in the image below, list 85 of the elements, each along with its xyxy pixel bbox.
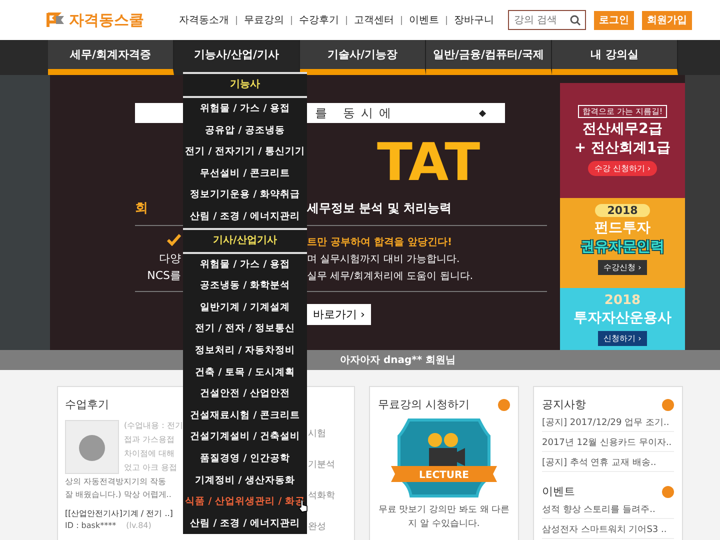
review-text: 상의 자동전격방지기의 작동 [65,476,168,487]
menu-item[interactable]: 건설기계설비 / 건축설비 [183,426,307,448]
card-title: 무료강의 시청하기 [378,397,470,412]
banner-tag: 합격으로 가는 지름길! [578,104,667,118]
review-text: 차이점에 대해 [124,448,176,459]
caption-box [135,103,183,123]
menu-item[interactable]: 공조냉동 / 화학분석 [183,275,307,297]
menu-item[interactable]: 위험물 / 가스 / 용접 [183,254,307,276]
menu-item[interactable]: 건설안전 / 산업안전 [183,383,307,405]
menu-item[interactable]: 산림 / 조경 / 에너지관리 [183,206,307,228]
hero-fragment: NCS를 [147,269,181,282]
banner-button[interactable]: 신청하기 › [598,331,648,346]
nav-link[interactable]: 고객센터 [354,13,394,27]
user-id: ID : bask**** [65,521,116,530]
nav-link[interactable]: 자격동소개 [179,13,229,27]
category-tab[interactable]: 기술사/기능장 [300,40,426,75]
banner-year: 2018 [604,294,641,307]
menu-item[interactable]: 건설재료시험 / 콘크리트 [183,404,307,426]
menu-item[interactable]: 건축 / 토목 / 도시계획 [183,362,307,384]
banner-title: + 전산회계1급 [574,140,671,156]
course-name: [[산업안전기사]기계 / 전기 ..] [65,508,174,519]
banner-title: 펀드투자 [594,220,650,236]
menu-item[interactable]: 정보기기운용 / 화약취급 [183,184,307,206]
nav-link[interactable]: 수강후기 [299,13,339,27]
hero-text: 실무 세무/회계처리에 도움이 됩니다. [307,270,474,282]
event-link[interactable]: 삼성전자 스마트워치 기어S3 .. [542,521,674,539]
review-text: 접과 가스용접 [124,434,176,445]
hero-title: TAT [376,132,482,189]
banner-button[interactable]: 수강신청 › [598,260,648,276]
search-field[interactable]: 강의 검색 [508,10,586,30]
nav-link[interactable]: 이벤트 [409,13,439,27]
promo-banner[interactable]: 2018 펀드투자 권유자문인력 수강신청 › [560,198,685,288]
menu-heading: 기능사 [183,72,307,98]
promo-banner[interactable]: 합격으로 가는 지름길! 전산세무2급 + 전산회계1급 수강 신청하기 › [560,83,685,198]
flag-logo-icon [46,12,66,28]
card-text: 무료 맛보기 강의만 봐도 왜 다른지 알 수있습니다. [378,504,510,530]
menu-item[interactable]: 산림 / 조경 / 에너지관리 [183,512,307,534]
category-tab[interactable]: 일반/금융/컴퓨터/국제 [426,40,552,75]
hero-highlight: 트만 공부하여 합격을 앞당긴다! [307,236,454,248]
banner-title: 전산세무2급 [582,120,662,137]
menu-item[interactable]: 위험물 / 가스 / 용접 [183,98,307,120]
user-level: (lv.84) [126,521,152,530]
notice-link[interactable]: 2017년 12월 신용카드 무이자.. [542,434,674,452]
list-fragment: 시험 [308,428,327,440]
menu-item[interactable]: 전기 / 전자기기 / 통신기기 [183,141,307,163]
review-text: 었고 아크 용접 [124,462,178,473]
menu-item[interactable]: 무선설비 / 콘크리트 [183,162,307,184]
menu-heading: 기사/산업기사 [183,228,307,254]
notice-link[interactable]: [공지] 추석 연휴 교재 배송.. [542,454,674,472]
menu-item[interactable]: 정보처리 / 자동차정비 [183,340,307,362]
banner-title: 투자자산운용사 [574,310,672,326]
promo-banner[interactable]: 2018 투자자산운용사 신청하기 › [560,288,685,350]
banner-button[interactable]: 수강 신청하기 › [588,161,657,176]
card-title: 이벤트 [542,484,575,499]
card-title: 수업후기 [65,397,110,412]
search-icon [570,15,581,26]
list-fragment: 석화학 [308,490,335,502]
ticker-text: 아자아자 dnag** 회원님 [340,354,456,367]
menu-item[interactable]: 일반기계 / 기계설계 [183,296,307,318]
event-link[interactable]: 성적 향상 스토리를 들려주.. [542,501,674,519]
category-tab[interactable]: 세무/회계자격증 [48,40,174,75]
list-fragment: 완성 [308,521,327,533]
menu-item[interactable]: 기계정비 / 생산자동화 [183,470,307,492]
banner-title: 권유자문인력 [580,239,664,256]
nav-link[interactable]: 무료강의 [244,13,284,27]
nav-link[interactable]: 장바구니 [454,13,494,27]
menu-item[interactable]: 품질경영 / 인간공학 [183,448,307,470]
avatar-placeholder [65,420,119,474]
notice-link[interactable]: [공지] 2017/12/29 업무 조기.. [542,414,674,432]
card-title: 공지사항 [542,397,586,412]
list-fragment: 기분석 [308,459,335,471]
review-text: 잘 배웠습니다.) 막상 어렵게.. [65,489,172,500]
check-icon [167,234,181,246]
category-tab[interactable]: 내 강의실 [552,40,678,75]
menu-item[interactable]: 전기 / 전자 / 정보통신 [183,318,307,340]
banner-year: 2018 [595,204,650,217]
hero-fragment: 다양 [159,252,181,265]
menu-item[interactable]: 공유압 / 공조냉동 [183,120,307,142]
shortcut-button[interactable]: 바로가기 › [307,304,371,325]
hero-subtitle: 세무정보 분석 및 처리능력 [307,200,453,216]
hero-fragment: 회 [135,200,149,217]
category-tab[interactable]: 기능사/산업/기사 [174,40,300,75]
review-text: (수업내용 : 전기 [124,420,183,431]
hero-text: 며 실무시험까지 대비 가능합니다. [307,252,461,266]
caption-text: 를 동시에 [315,104,397,122]
